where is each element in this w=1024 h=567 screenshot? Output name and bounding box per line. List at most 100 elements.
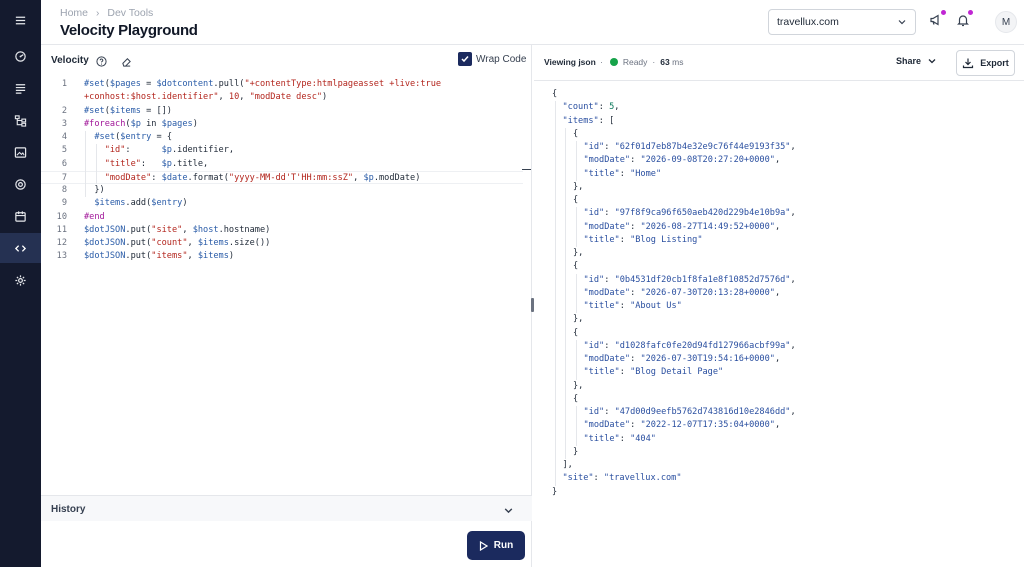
line-number: 2 <box>61 105 67 116</box>
menu-button[interactable] <box>0 5 41 35</box>
code-line[interactable]: 8 }) <box>41 184 523 197</box>
json-line: "modDate": "2026-07-30T19:54:16+0000", <box>584 353 781 366</box>
code-text: }) <box>84 184 105 197</box>
json-line: }, <box>573 313 583 326</box>
json-token: : <box>630 155 641 166</box>
indent-guide <box>96 144 97 184</box>
status-indicator: · Ready · 63 ms <box>600 57 684 67</box>
code-token: ) <box>182 198 188 209</box>
code-line[interactable]: +conhost:$host.identifier", 10, "modDate… <box>41 91 523 104</box>
code-token: : <box>125 145 162 156</box>
sidebar-item-media[interactable] <box>0 137 41 167</box>
editor-scrollbar[interactable] <box>524 75 532 490</box>
code-line[interactable]: 9 $items.add($entry) <box>41 197 523 210</box>
code-text: $dotJSON.put("site", $host.hostname) <box>84 224 270 237</box>
menu-icon <box>15 16 26 24</box>
code-token: .put( <box>125 251 152 262</box>
json-token: : <box>604 407 615 417</box>
history-panel[interactable]: History <box>41 495 532 521</box>
line-number: 9 <box>61 198 67 209</box>
code-line[interactable]: 10 #end <box>41 211 523 224</box>
share-button[interactable]: Share <box>896 56 937 66</box>
code-token: $items <box>197 251 229 262</box>
code-text: "modDate": $date.format("yyyy-MM-dd'T'HH… <box>84 172 421 185</box>
json-token: "id" <box>583 407 605 417</box>
download-icon <box>963 58 974 69</box>
notifications-button[interactable] <box>955 10 973 28</box>
avatar[interactable]: M <box>995 11 1017 33</box>
json-token: "97f8f9ca96f650aeb420d229b4e10b9a" <box>614 208 791 219</box>
json-token: "47d00d9eefb5762d743816d10e2846dd" <box>614 407 791 417</box>
code-line[interactable]: 11 $dotJSON.put("site", $host.hostname) <box>41 224 523 237</box>
code-token: .add( <box>125 198 152 209</box>
sidebar-item-settings[interactable] <box>0 265 41 295</box>
code-line[interactable]: 4 #set($entry = { <box>41 131 523 144</box>
code-token: $dotcontent <box>156 79 214 89</box>
breadcrumb-dev-tools[interactable]: Dev Tools <box>107 7 153 19</box>
json-line: "id": "62f01d7eb87b4e32e9c76f44e9193f35"… <box>584 141 796 154</box>
code-text: "title": $p.title, <box>84 158 209 171</box>
breadcrumb-home[interactable]: Home <box>60 7 88 19</box>
json-token: , <box>790 142 796 152</box>
code-token: #set <box>84 105 105 116</box>
wrap-code-toggle[interactable]: Wrap Code <box>458 52 526 66</box>
json-line: { <box>573 128 578 141</box>
indent-guide <box>576 207 577 247</box>
code-token: $p <box>161 158 172 169</box>
code-token: $p <box>363 172 374 183</box>
json-line: "title": "Blog Listing" <box>584 234 703 247</box>
code-token: $date <box>161 172 188 183</box>
chevron-down-icon[interactable] <box>503 503 514 521</box>
line-number: 10 <box>56 211 67 222</box>
json-line: "modDate": "2022-12-07T17:35:04+0000", <box>584 419 781 432</box>
code-text: +conhost:$host.identifier", 10, "modDate… <box>84 91 327 104</box>
code-line[interactable]: 7 "modDate": $date.format("yyyy-MM-dd'T'… <box>41 170 523 185</box>
code-line[interactable]: 12 $dotJSON.put("count", $items.size()) <box>41 237 523 250</box>
code-token: , <box>182 224 193 235</box>
json-token: , <box>790 208 796 219</box>
json-line: "title": "Home" <box>584 168 662 181</box>
megaphone-icon <box>930 14 939 26</box>
json-token: "title" <box>583 234 620 245</box>
sidebar-item-target[interactable] <box>0 169 41 199</box>
json-token: "2026-07-30T19:54:16+0000" <box>640 354 775 364</box>
code-token: $entry <box>151 198 183 209</box>
execution-time: 63 <box>660 57 670 67</box>
code-editor[interactable]: 1 #set($pages = $dotcontent.pull("+conten… <box>41 75 532 490</box>
sidebar-item-dashboard[interactable] <box>0 41 41 71</box>
code-line[interactable]: 2 #set($items = []) <box>41 105 523 118</box>
code-token: $pages <box>161 118 193 129</box>
sidebar-item-calendar[interactable] <box>0 201 41 231</box>
code-line[interactable]: 5 "id": $p.identifier, <box>41 144 523 157</box>
json-token: "travellux.com" <box>603 473 682 484</box>
help-icon <box>96 56 107 67</box>
site-selector[interactable]: travellux.com <box>768 9 916 35</box>
sidebar-item-content[interactable] <box>0 73 41 103</box>
line-number: 8 <box>61 185 67 195</box>
line-number: 7 <box>61 172 67 183</box>
json-token: "id" <box>583 340 605 351</box>
code-token: ) <box>322 92 328 103</box>
json-line: }, <box>573 247 583 260</box>
announcements-button[interactable] <box>928 10 946 28</box>
run-button[interactable]: Run <box>467 531 525 560</box>
code-token: }) <box>84 185 105 195</box>
json-line: } <box>552 486 557 499</box>
wrap-code-checkbox[interactable] <box>458 52 472 66</box>
json-token: "Blog Listing" <box>630 234 703 245</box>
code-line[interactable]: 6 "title": $p.title, <box>41 158 523 171</box>
json-token: { <box>573 128 579 139</box>
sidebar-item-site-tree[interactable] <box>0 105 41 135</box>
check-icon <box>461 56 469 63</box>
help-button[interactable] <box>96 54 107 72</box>
code-line[interactable]: 1 #set($pages = $dotcontent.pull("+conten… <box>41 78 523 91</box>
code-line[interactable]: 3 #foreach($p in $pages) <box>41 118 523 131</box>
code-token: $p <box>161 145 172 156</box>
code-line[interactable]: 13 $dotJSON.put("items", $items) <box>41 250 523 263</box>
json-token: "2022-12-07T17:35:04+0000" <box>640 420 775 431</box>
code-text: #set($items = []) <box>84 105 172 118</box>
export-button[interactable]: Export <box>956 50 1015 76</box>
clear-editor-button[interactable] <box>121 54 132 72</box>
sidebar-item-dev-tools[interactable] <box>0 233 41 263</box>
